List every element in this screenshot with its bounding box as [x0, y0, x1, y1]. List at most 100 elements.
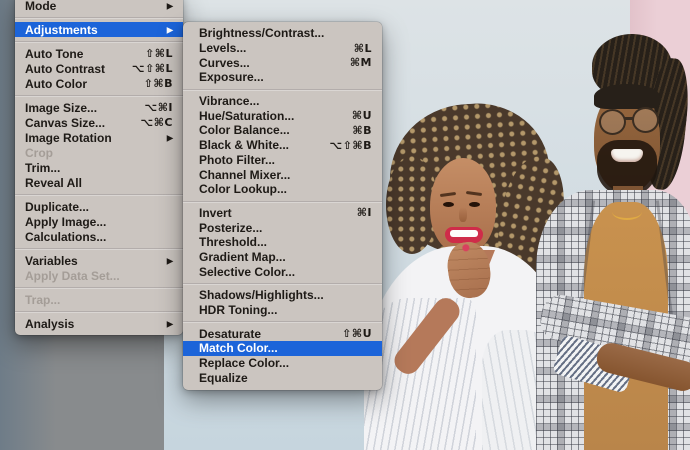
menu-item-reveal-all[interactable]: Reveal All: [15, 175, 183, 190]
menu-item-variables[interactable]: Variables ▶: [15, 253, 183, 268]
menu-item-label: Crop: [25, 145, 53, 160]
menu-item-label: Shadows/Highlights...: [199, 288, 324, 303]
menu-separator: [15, 13, 183, 22]
menu-item-posterize[interactable]: Posterize...: [183, 220, 382, 235]
menu-item-gradient-map[interactable]: Gradient Map...: [183, 250, 382, 265]
menu-item-threshold[interactable]: Threshold...: [183, 235, 382, 250]
man-glasses-right-lens: [632, 107, 659, 133]
menu-item-label: Apply Image...: [25, 214, 107, 229]
menu-item-image-size[interactable]: Image Size... ⌥⌘I: [15, 100, 183, 115]
menu-item-trap: Trap...: [15, 292, 183, 307]
menu-item-shortcut: ⌘M: [349, 56, 372, 70]
menu-item-channel-mixer[interactable]: Channel Mixer...: [183, 167, 382, 182]
menu-item-label: Analysis: [25, 316, 75, 331]
menu-item-label: Mode: [25, 0, 57, 13]
menu-separator: [183, 197, 382, 206]
menu-item-calculations[interactable]: Calculations...: [15, 229, 183, 244]
menu-item-auto-color[interactable]: Auto Color ⇧⌘B: [15, 76, 183, 91]
menu-item-exposure[interactable]: Exposure...: [183, 70, 382, 85]
menu-item-label: Canvas Size...: [25, 115, 106, 130]
man-smile: [611, 149, 643, 162]
submenu-arrow-icon: ▶: [166, 256, 173, 265]
menu-item-label: Invert: [199, 205, 232, 220]
menu-item-shortcut: ⌘L: [353, 41, 372, 55]
menu-item-shortcut: ⌘B: [352, 123, 372, 137]
menu-item-label: Exposure...: [199, 70, 264, 85]
menu-item-label: Image Size...: [25, 100, 98, 115]
menu-item-shortcut: ⇧⌘L: [145, 47, 173, 60]
menu-item-shortcut: ⌥⇧⌘B: [329, 138, 372, 152]
menu-item-crop: Crop: [15, 145, 183, 160]
menu-item-label: Auto Contrast: [25, 61, 105, 76]
menu-item-invert[interactable]: Invert ⌘I: [183, 206, 382, 221]
menu-item-label: Auto Color: [25, 76, 87, 91]
menu-item-label: Trim...: [25, 160, 61, 175]
menu-item-label: Black & White...: [199, 138, 290, 153]
menu-separator: [183, 317, 382, 326]
menu-item-label: Calculations...: [25, 229, 107, 244]
menu-item-hue-saturation[interactable]: Hue/Saturation... ⌘U: [183, 108, 382, 123]
menu-item-auto-tone[interactable]: Auto Tone ⇧⌘L: [15, 46, 183, 61]
menu-item-mode[interactable]: Mode ▶: [15, 0, 183, 13]
menu-separator: [15, 91, 183, 100]
menu-item-label: Adjustments: [25, 22, 98, 37]
menu-item-label: Selective Color...: [199, 264, 296, 279]
menu-item-color-balance[interactable]: Color Balance... ⌘B: [183, 123, 382, 138]
menu-item-label: Channel Mixer...: [199, 167, 291, 182]
menu-item-label: Brightness/Contrast...: [199, 26, 325, 41]
menu-item-shortcut: ⌥⇧⌘L: [131, 62, 173, 75]
menu-separator: [183, 85, 382, 94]
menu-item-black-white[interactable]: Black & White... ⌥⇧⌘B: [183, 138, 382, 153]
menu-item-auto-contrast[interactable]: Auto Contrast ⌥⇧⌘L: [15, 61, 183, 76]
image-menu-panel: Mode ▶ Adjustments ▶ Auto Tone ⇧⌘L Auto Contra…: [15, 0, 183, 335]
menu-item-desaturate[interactable]: Desaturate ⇧⌘U: [183, 326, 382, 341]
menu-item-shortcut: ⌥⌘I: [144, 101, 173, 114]
menu-item-match-color[interactable]: Match Color...: [183, 341, 382, 356]
man-glasses-left-lens: [599, 109, 626, 135]
menu-item-shadows-highlights[interactable]: Shadows/Highlights...: [183, 288, 382, 303]
menu-item-curves[interactable]: Curves... ⌘M: [183, 55, 382, 70]
menu-item-equalize[interactable]: Equalize: [183, 370, 382, 385]
menu-item-shortcut: ⇧⌘B: [143, 77, 173, 90]
menu-item-label: HDR Toning...: [199, 303, 278, 318]
menu-item-image-rotation[interactable]: Image Rotation ▶: [15, 130, 183, 145]
menu-item-label: Variables: [25, 253, 78, 268]
menu-separator: [15, 307, 183, 316]
menu-item-label: Desaturate: [199, 326, 262, 341]
menu-item-label: Hue/Saturation...: [199, 108, 295, 123]
menu-item-label: Vibrance...: [199, 94, 260, 109]
menu-item-label: Equalize: [199, 370, 248, 385]
menu-item-apply-data-set: Apply Data Set...: [15, 268, 183, 283]
menu-item-shortcut: ⌥⌘C: [140, 116, 173, 129]
menu-item-canvas-size[interactable]: Canvas Size... ⌥⌘C: [15, 115, 183, 130]
menu-item-shortcut: ⌘I: [356, 206, 372, 220]
menu-item-label: Replace Color...: [199, 356, 290, 371]
menu-item-label: Color Balance...: [199, 123, 290, 138]
menu-separator: [15, 37, 183, 46]
menu-separator: [183, 279, 382, 288]
menu-item-label: Levels...: [199, 41, 247, 56]
woman-eye-right: [469, 202, 480, 207]
menu-separator: [15, 244, 183, 253]
menu-item-shortcut: ⇧⌘U: [342, 327, 372, 341]
menu-item-label: Auto Tone: [25, 46, 84, 61]
menu-item-color-lookup[interactable]: Color Lookup...: [183, 182, 382, 197]
menu-item-photo-filter[interactable]: Photo Filter...: [183, 153, 382, 168]
menu-item-hdr-toning[interactable]: HDR Toning...: [183, 303, 382, 318]
menu-item-selective-color[interactable]: Selective Color...: [183, 264, 382, 279]
menu-item-brightness-contrast[interactable]: Brightness/Contrast...: [183, 26, 382, 41]
menu-item-adjustments[interactable]: Adjustments ▶: [15, 22, 183, 37]
menu-item-duplicate[interactable]: Duplicate...: [15, 199, 183, 214]
menu-item-replace-color[interactable]: Replace Color...: [183, 356, 382, 371]
menu-separator: [15, 283, 183, 292]
menu-item-apply-image[interactable]: Apply Image...: [15, 214, 183, 229]
menu-item-levels[interactable]: Levels... ⌘L: [183, 41, 382, 56]
menu-item-label: Posterize...: [199, 220, 263, 235]
menu-item-analysis[interactable]: Analysis ▶: [15, 316, 183, 331]
menu-item-label: Trap...: [25, 292, 61, 307]
menu-item-vibrance[interactable]: Vibrance...: [183, 94, 382, 109]
menu-item-label: Duplicate...: [25, 199, 90, 214]
menu-item-label: Image Rotation: [25, 130, 112, 145]
submenu-arrow-icon: ▶: [166, 25, 173, 34]
menu-item-trim[interactable]: Trim...: [15, 160, 183, 175]
